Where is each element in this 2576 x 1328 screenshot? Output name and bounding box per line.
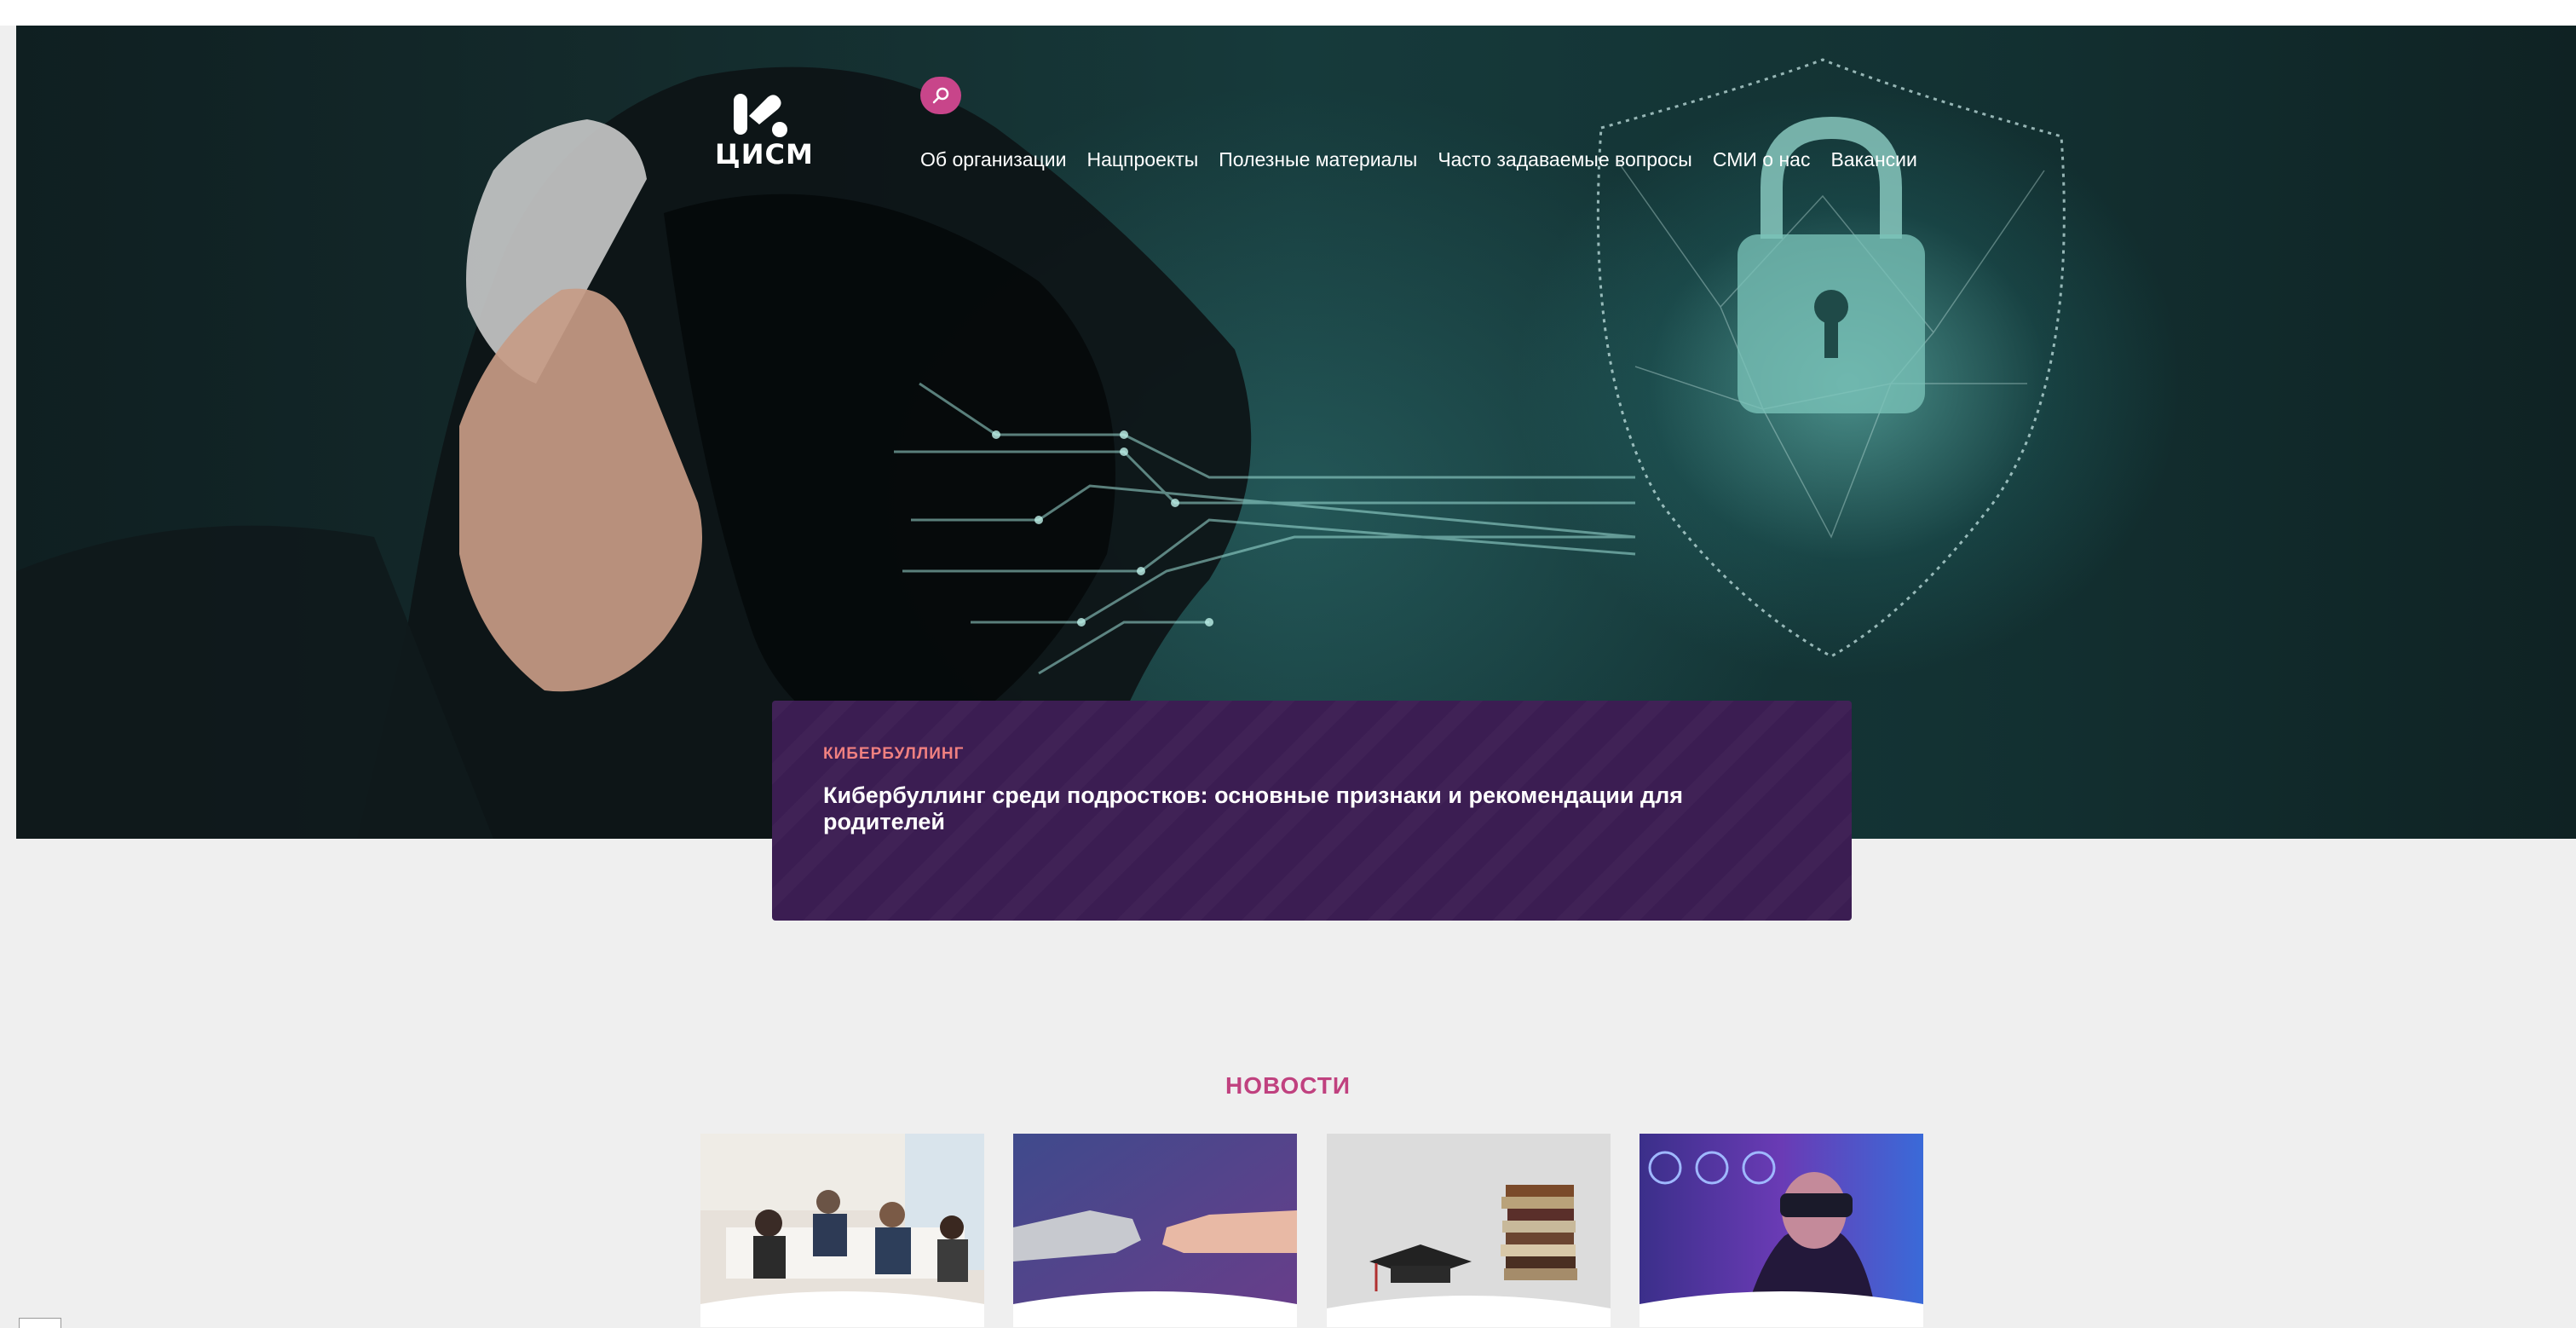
featured-article-tag[interactable]: КИБЕРБУЛЛИНГ [823, 745, 964, 764]
news-card[interactable] [1327, 1134, 1611, 1327]
nav-item-faq[interactable]: Часто задаваемые вопросы [1438, 145, 1692, 174]
logo-text: ЦИСМ [715, 138, 814, 170]
top-strip [0, 0, 2576, 26]
news-card-image [1013, 1134, 1297, 1327]
logo[interactable]: ЦИСМ [715, 90, 814, 170]
featured-article-card[interactable]: КИБЕРБУЛЛИНГ Кибербуллинг среди подростк… [772, 701, 1852, 921]
search-button[interactable] [920, 77, 961, 114]
news-card-image [1640, 1134, 1923, 1327]
news-section-heading: НОВОСТИ [1225, 1072, 1351, 1099]
nav-item-vacancies[interactable]: Вакансии [1830, 145, 1916, 174]
news-card[interactable] [1013, 1134, 1297, 1327]
nav-item-useful-materials[interactable]: Полезные материалы [1219, 145, 1417, 174]
news-card-image [700, 1134, 984, 1327]
news-card[interactable] [700, 1134, 984, 1327]
featured-article-title[interactable]: Кибербуллинг среди подростков: основные … [823, 782, 1803, 835]
floating-widget-stub[interactable] [19, 1318, 61, 1328]
nav-item-about[interactable]: Об организации [920, 145, 1066, 174]
news-card[interactable] [1640, 1134, 1923, 1327]
logo-mark-icon [734, 94, 787, 137]
main-nav: Об организации Нацпроекты Полезные матер… [920, 145, 1938, 174]
search-icon [932, 87, 949, 104]
nav-item-media[interactable]: СМИ о нас [1713, 145, 1811, 174]
nav-item-national-projects[interactable]: Нацпроекты [1086, 145, 1198, 174]
news-card-image [1327, 1134, 1611, 1327]
